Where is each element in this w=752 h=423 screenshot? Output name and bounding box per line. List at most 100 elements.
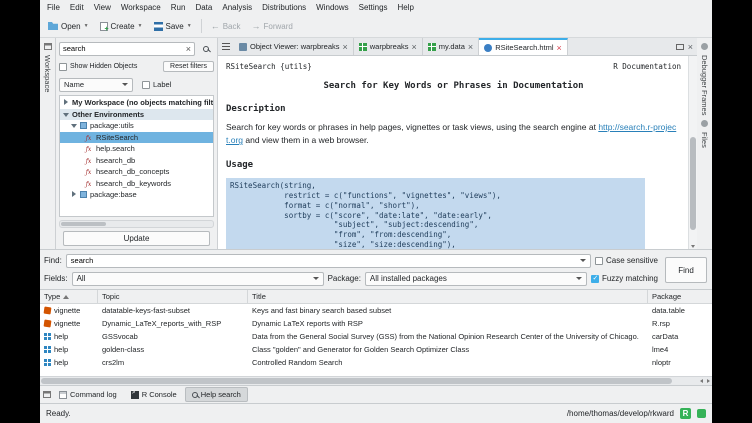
scrollbar-thumb[interactable] (41, 378, 672, 384)
tab-command-log[interactable]: Command log (53, 388, 123, 401)
table-row[interactable]: help crs2lm Controlled Random Search nlo… (40, 356, 712, 369)
column-header-package[interactable]: Package (648, 290, 712, 303)
fuzzy-matching-checkbox[interactable]: Fuzzy matching (591, 274, 658, 283)
workspace-search-input[interactable] (63, 44, 184, 53)
case-sensitive-checkbox[interactable]: Case sensitive (595, 256, 658, 265)
workspace-dock-tab[interactable]: Workspace (43, 55, 52, 92)
help-page-icon (484, 44, 492, 52)
tabbar-corner-buttons (672, 38, 697, 55)
open-button[interactable]: Open ▼ (43, 20, 94, 33)
scroll-down-arrow-icon[interactable] (691, 245, 695, 248)
menu-edit[interactable]: Edit (65, 2, 89, 13)
expander-icon[interactable] (62, 110, 69, 119)
menu-view[interactable]: View (89, 2, 116, 13)
statusbar: Ready. /home/thomas/develop/rkward R (40, 403, 712, 423)
column-header-title[interactable]: Title (248, 290, 648, 303)
save-dropdown-arrow-icon[interactable]: ▼ (187, 23, 192, 29)
tree-item-other-environments[interactable]: Other Environments (60, 109, 213, 121)
cell-title: Keys and fast binary search based subset (252, 306, 391, 315)
reset-filters-button[interactable]: Reset filters (163, 61, 214, 72)
show-hidden-checkbox[interactable]: Show Hidden Objects (59, 63, 137, 71)
close-tab-icon[interactable] (342, 42, 347, 52)
scroll-left-arrow-icon[interactable] (700, 379, 703, 383)
table-row[interactable]: vignette Dynamic_LaTeX_reports_with_RSP … (40, 317, 712, 330)
open-dropdown-arrow-icon[interactable]: ▼ (84, 23, 89, 29)
forward-button[interactable]: Forward (246, 19, 297, 33)
tab-my-data[interactable]: my.data (423, 38, 479, 55)
tab-r-console[interactable]: R Console (125, 388, 183, 401)
workspace-search-field[interactable] (59, 42, 195, 56)
find-input[interactable] (71, 256, 580, 265)
detach-icon[interactable] (676, 44, 684, 50)
scrollbar-thumb[interactable] (690, 137, 696, 230)
column-header-type[interactable]: Type (40, 290, 98, 303)
pin-icon[interactable] (701, 43, 708, 50)
scroll-right-arrow-icon[interactable] (707, 379, 710, 383)
tab-warpbreaks[interactable]: warpbreaks (354, 38, 423, 55)
menu-settings[interactable]: Settings (354, 2, 393, 13)
back-button[interactable]: Back (206, 19, 246, 33)
create-button[interactable]: Create ▼ (95, 20, 148, 33)
pin-icon[interactable] (701, 120, 708, 127)
table-row[interactable]: help golden-class Class "golden" and Gen… (40, 343, 712, 356)
menu-distributions[interactable]: Distributions (257, 2, 311, 13)
find-combobox[interactable] (66, 254, 591, 268)
find-button[interactable]: Find (665, 257, 707, 283)
expander-icon[interactable] (70, 121, 77, 130)
column-header-topic[interactable]: Topic (98, 290, 248, 303)
close-tab-icon[interactable] (557, 43, 562, 53)
tree-item-hsearch-db-concepts[interactable]: hsearch_db_concepts (60, 166, 213, 178)
tab-help-search[interactable]: Help search (185, 387, 248, 402)
tree-item-package-utils[interactable]: package:utils (60, 120, 213, 132)
update-button[interactable]: Update (63, 231, 210, 246)
close-icon[interactable] (688, 42, 693, 52)
help-search-panel: Find: Case sensitive Fields: All Package… (40, 249, 712, 289)
bottom-dock-icon[interactable] (43, 391, 51, 398)
tab-list-button[interactable] (218, 38, 234, 55)
clear-search-icon[interactable] (186, 44, 191, 54)
tree-item-help-search[interactable]: help.search (60, 143, 213, 155)
close-tab-icon[interactable] (468, 42, 473, 52)
close-tab-icon[interactable] (412, 42, 417, 52)
tab-rsitesearch-html[interactable]: RSiteSearch.html (479, 38, 568, 55)
expander-icon[interactable] (62, 98, 69, 107)
table-horizontal-scrollbar[interactable] (40, 376, 712, 385)
cell-topic: datatable-keys-fast-subset (102, 306, 190, 315)
search-options-button[interactable] (198, 42, 214, 56)
menu-file[interactable]: File (42, 2, 65, 13)
fuzzy-matching-label: Fuzzy matching (602, 274, 658, 283)
create-dropdown-arrow-icon[interactable]: ▼ (138, 23, 143, 29)
r-engine-badge[interactable]: R (680, 408, 691, 419)
tab-object-viewer-warpbreaks[interactable]: Object Viewer: warpbreaks (234, 38, 354, 55)
menu-data[interactable]: Data (190, 2, 217, 13)
function-icon (84, 133, 93, 142)
label-filter-checkbox[interactable]: Label (142, 80, 171, 89)
files-dock-tab[interactable]: Files (700, 132, 709, 148)
debugger-frames-dock-tab[interactable]: Debugger Frames (700, 55, 709, 115)
scrollbar-thumb[interactable] (61, 222, 106, 226)
tree-item-package-base[interactable]: package:base (60, 189, 213, 201)
tree-item-label: hsearch_db (96, 156, 135, 165)
menu-workspace[interactable]: Workspace (116, 2, 166, 13)
table-row[interactable]: vignette datatable-keys-fast-subset Keys… (40, 304, 712, 317)
tree-horizontal-scrollbar[interactable] (59, 220, 214, 228)
document-vertical-scrollbar[interactable] (688, 56, 697, 249)
tree-item-rsitesearch[interactable]: RSiteSearch (60, 132, 213, 144)
save-button[interactable]: Save ▼ (149, 20, 197, 33)
tree-item-hsearch-db[interactable]: hsearch_db (60, 155, 213, 167)
workspace-dock-icon[interactable] (44, 43, 52, 50)
menu-help[interactable]: Help (393, 2, 419, 13)
name-filter-dropdown[interactable]: Name (59, 78, 133, 92)
package-dropdown[interactable]: All installed packages (365, 272, 587, 286)
menu-windows[interactable]: Windows (311, 2, 353, 13)
expander-icon[interactable] (70, 190, 77, 199)
tree-item-my-workspace[interactable]: My Workspace (no objects matching filter… (60, 97, 213, 109)
menu-run[interactable]: Run (166, 2, 191, 13)
menu-analysis[interactable]: Analysis (217, 2, 257, 13)
fields-dropdown[interactable]: All (72, 272, 324, 286)
tree-item-hsearch-db-keywords[interactable]: hsearch_db_keywords (60, 178, 213, 190)
find-button-label: Find (678, 266, 694, 275)
main-toolbar: Open ▼ Create ▼ Save ▼ Back Forward (40, 15, 712, 37)
table-row[interactable]: help GSSvocab Data from the General Soci… (40, 330, 712, 343)
code-line: restrict = c("functions", "vignettes", "… (230, 191, 641, 201)
